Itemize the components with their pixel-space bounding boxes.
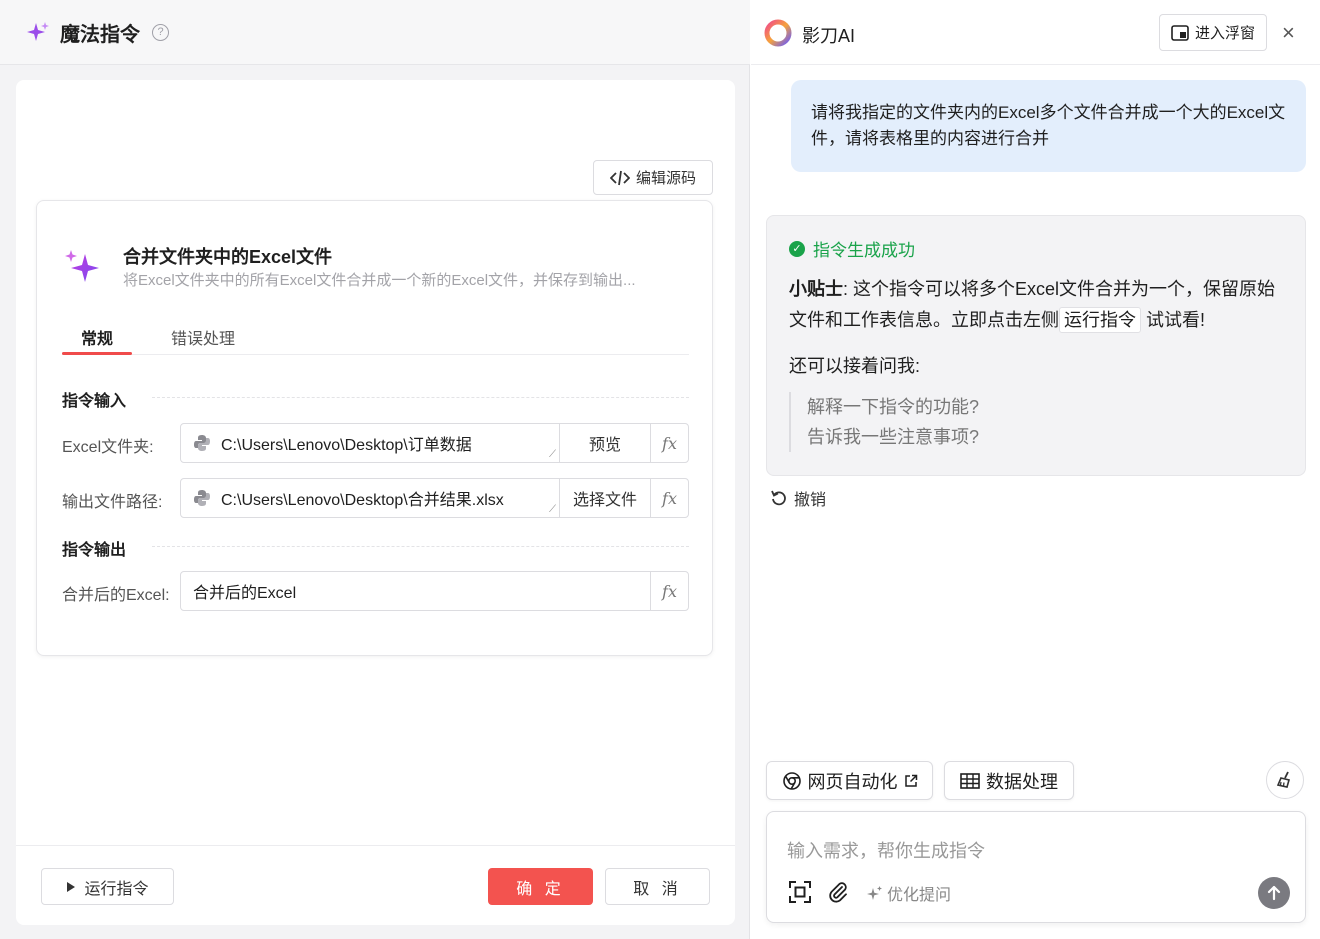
run-command-button[interactable]: 运行指令	[41, 868, 174, 905]
app-name: 影刀AI	[802, 26, 856, 46]
undo-label: 撤销	[794, 492, 827, 509]
tip-text: 小贴士: 这个指令可以将多个Excel文件合并为一个，保留原始文件和工作表信息。…	[789, 274, 1289, 336]
output-path-input[interactable]: C:\Users\Lenovo\Desktop\合并结果.xlsx ⟋	[181, 479, 559, 517]
command-config: 合并文件夹中的Excel文件 将Excel文件夹中的所有Excel文件合并成一个…	[36, 200, 713, 656]
fx-icon[interactable]: fx	[650, 572, 688, 610]
sparkle-icon	[65, 250, 99, 282]
output-path-field: C:\Users\Lenovo\Desktop\合并结果.xlsx ⟋ 选择文件…	[180, 478, 689, 518]
fx-icon[interactable]: fx	[650, 424, 688, 462]
status-text: 指令生成成功	[813, 241, 915, 260]
user-message: 请将我指定的文件夹内的Excel多个文件合并成一个大的Excel文件，请将表格里…	[791, 80, 1306, 172]
preview-button[interactable]: 预览	[559, 424, 650, 462]
ai-response: ✓ 指令生成成功 小贴士: 这个指令可以将多个Excel文件合并为一个，保留原始…	[766, 215, 1306, 476]
chat-input[interactable]: 输入需求，帮你生成指令 优化提问	[766, 811, 1306, 923]
panel-header: 魔法指令 ?	[0, 0, 750, 65]
excel-folder-input[interactable]: C:\Users\Lenovo\Desktop\订单数据 ⟋	[181, 424, 559, 462]
field-label-excel-folder: Excel文件夹:	[62, 439, 154, 456]
active-tab-indicator	[62, 352, 132, 355]
tip-label: 小贴士	[789, 279, 843, 299]
external-link-icon	[904, 774, 917, 787]
field-label-output-path: 输出文件路径:	[62, 494, 163, 511]
float-window-icon	[1171, 24, 1189, 41]
cancel-button[interactable]: 取 消	[605, 868, 710, 905]
excel-folder-field: C:\Users\Lenovo\Desktop\订单数据 ⟋ 预览 fx	[180, 423, 689, 463]
code-icon	[609, 170, 630, 185]
suggestion-item[interactable]: 告诉我一些注意事项?	[807, 422, 979, 452]
magic-command-panel: 魔法指令 ? 编辑源码 合并文件夹中的Excel文件 将Excel文件夹中的所有…	[0, 0, 750, 939]
field-label-merged-excel: 合并后的Excel:	[62, 587, 170, 604]
tab-bar: 常规 错误处理	[62, 319, 689, 355]
ai-assistant-panel: 影刀AI 进入浮窗 × 请将我指定的文件夹内的Excel多个文件合并成一个大的E…	[751, 0, 1320, 939]
edit-source-button[interactable]: 编辑源码	[593, 160, 713, 195]
table-icon	[960, 772, 980, 789]
broom-icon	[1276, 771, 1290, 788]
resize-handle-icon[interactable]: ⟋	[549, 504, 556, 515]
divider	[152, 397, 689, 398]
attachment-icon[interactable]	[825, 879, 851, 905]
float-window-label: 进入浮窗	[1194, 25, 1255, 42]
check-icon: ✓	[789, 240, 805, 257]
clear-chat-button[interactable]	[1266, 761, 1304, 799]
assistant-header: 影刀AI 进入浮窗 ×	[751, 0, 1320, 65]
tab-error-handling[interactable]: 错误处理	[171, 325, 235, 349]
tip-code: 运行指令	[1059, 307, 1141, 333]
optimize-label: 优化提问	[887, 887, 952, 904]
sparkle-icon	[867, 886, 882, 900]
merged-excel-field: 合并后的Excel fx	[180, 571, 689, 611]
play-icon	[67, 881, 76, 892]
help-icon[interactable]: ?	[152, 23, 169, 41]
suggestion-list: 解释一下指令的功能? 告诉我一些注意事项?	[789, 392, 979, 452]
output-path-value: C:\Users\Lenovo\Desktop\合并结果.xlsx	[221, 492, 504, 509]
sparkle-icon	[27, 22, 49, 41]
fx-icon[interactable]: fx	[650, 479, 688, 517]
status-badge: ✓ 指令生成成功	[789, 236, 915, 261]
close-icon[interactable]: ×	[1282, 20, 1295, 46]
command-title: 合并文件夹中的Excel文件	[123, 247, 333, 267]
page-title: 魔法指令	[60, 23, 140, 46]
command-card: 编辑源码 合并文件夹中的Excel文件 将Excel文件夹中的所有Excel文件…	[16, 80, 735, 925]
chat-input-placeholder: 输入需求，帮你生成指令	[787, 841, 985, 861]
merged-excel-input[interactable]: 合并后的Excel	[181, 572, 650, 610]
chip-label: 网页自动化	[807, 771, 898, 792]
footer-divider	[16, 845, 735, 846]
resize-handle-icon[interactable]: ⟋	[549, 449, 556, 460]
follow-up-prompt: 还可以接着问我:	[789, 356, 921, 376]
arrow-up-icon	[1267, 885, 1281, 901]
tip-end: 试试看!	[1146, 310, 1206, 330]
undo-button[interactable]: 撤销	[770, 486, 826, 510]
chip-web-automation[interactable]: 网页自动化	[766, 761, 933, 800]
command-description: 将Excel文件夹中的所有Excel文件合并成一个新的Excel文件，并保存到输…	[123, 272, 636, 289]
run-command-label: 运行指令	[84, 880, 149, 898]
float-window-button[interactable]: 进入浮窗	[1159, 14, 1267, 51]
chip-label: 数据处理	[986, 771, 1058, 792]
divider	[152, 546, 689, 547]
choose-file-button[interactable]: 选择文件	[559, 479, 650, 517]
chrome-icon	[782, 771, 801, 790]
input-section-title: 指令输入	[62, 393, 127, 410]
edit-source-label: 编辑源码	[635, 170, 696, 187]
python-icon	[194, 435, 210, 451]
optimize-question-button[interactable]: 优化提问	[867, 881, 951, 905]
suggestion-item[interactable]: 解释一下指令的功能?	[807, 392, 979, 422]
confirm-button[interactable]: 确 定	[488, 868, 593, 905]
screenshot-icon[interactable]	[787, 879, 813, 905]
chip-data-processing[interactable]: 数据处理	[944, 761, 1074, 800]
send-button[interactable]	[1258, 877, 1290, 909]
excel-folder-value: C:\Users\Lenovo\Desktop\订单数据	[221, 437, 472, 454]
python-icon	[194, 490, 210, 506]
undo-icon	[771, 490, 786, 506]
tab-general[interactable]: 常规	[81, 325, 113, 349]
app-logo-icon	[764, 19, 792, 47]
output-section-title: 指令输出	[62, 542, 127, 559]
